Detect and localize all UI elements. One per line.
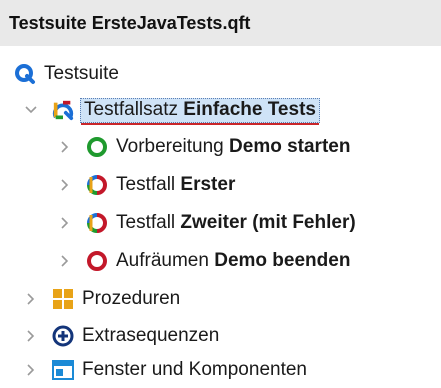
tree-node-label: Testfall Erster	[116, 174, 235, 196]
testset-prefix: Testfallsatz	[84, 98, 184, 120]
chevron-right-icon[interactable]	[24, 360, 38, 380]
tree-node-label: Testsuite	[44, 63, 119, 84]
testset-icon	[52, 99, 74, 121]
tree-node-label: Extrasequenzen	[82, 325, 220, 346]
node-prefix: Testfall	[116, 212, 181, 233]
chevron-right-icon[interactable]	[24, 289, 38, 309]
extras-plus-icon	[52, 325, 74, 347]
testcase-icon	[86, 212, 108, 234]
setup-green-circle-icon	[86, 136, 108, 158]
tree-node-label: Fenster und Komponenten	[82, 359, 307, 380]
node-prefix: Aufräumen	[116, 250, 215, 271]
node-prefix: Testfall	[116, 174, 181, 195]
tree-node-label: Aufräumen Demo beenden	[116, 250, 350, 272]
tree-node-setup[interactable]: Vorbereitung Demo starten	[58, 129, 350, 165]
tree-node-extras[interactable]: Extrasequenzen	[24, 318, 219, 354]
node-name: Erster	[180, 174, 236, 195]
cleanup-red-circle-icon	[86, 250, 108, 272]
testsuite-q-icon	[14, 63, 36, 85]
testset-name: Einfache Tests	[183, 98, 316, 120]
tree-node-label: Prozeduren	[82, 288, 181, 309]
node-prefix: Vorbereitung	[116, 136, 230, 157]
error-underline	[81, 122, 319, 125]
tree-node-procedures[interactable]: Prozeduren	[24, 281, 180, 317]
selected-testset-label: Testfallsatz Einfache Tests	[80, 97, 320, 125]
chevron-right-icon[interactable]	[24, 326, 38, 346]
tree-node-label: Vorbereitung Demo starten	[116, 136, 350, 158]
procedures-icon	[52, 288, 74, 310]
tree-node-windows[interactable]: Fenster und Komponenten	[24, 352, 307, 388]
panel-header: Testsuite ErsteJavaTests.qft	[0, 0, 441, 46]
tree-node-cleanup[interactable]: Aufräumen Demo beenden	[58, 243, 350, 279]
tree-node-testcase-erster[interactable]: Testfall Erster	[58, 167, 235, 203]
chevron-right-icon[interactable]	[58, 137, 72, 157]
tree-node-testsuite[interactable]: Testsuite	[14, 56, 119, 92]
testcase-icon	[86, 174, 108, 196]
chevron-right-icon[interactable]	[58, 251, 72, 271]
chevron-down-icon[interactable]	[24, 100, 38, 120]
panel-title: Testsuite ErsteJavaTests.qft	[9, 12, 251, 33]
chevron-right-icon[interactable]	[58, 213, 72, 233]
tree-node-testset[interactable]: Testfallsatz Einfache Tests	[24, 92, 320, 128]
tree-node-testcase-zweiter[interactable]: Testfall Zweiter (mit Fehler)	[58, 205, 356, 241]
tree-node-label: Testfall Zweiter (mit Fehler)	[116, 212, 356, 234]
windows-icon	[52, 359, 74, 381]
node-name: Zweiter (mit Fehler)	[180, 212, 356, 233]
node-name: Demo beenden	[214, 250, 351, 271]
chevron-right-icon[interactable]	[58, 175, 72, 195]
node-name: Demo starten	[229, 136, 351, 157]
